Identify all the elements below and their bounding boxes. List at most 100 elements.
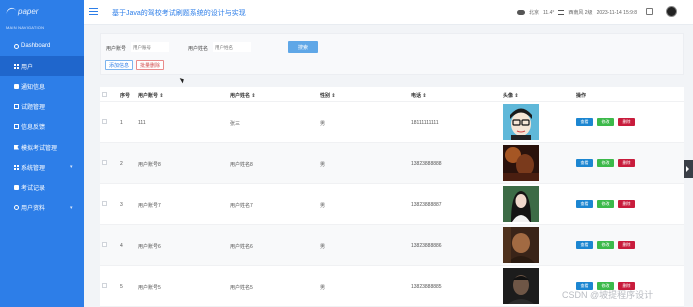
- account-input[interactable]: [131, 42, 169, 52]
- avatar[interactable]: [666, 6, 677, 17]
- top-bar: 基于Java的驾校考试刷题系统的设计与实现 北京 11.4° 西南风 2级 20…: [84, 0, 693, 25]
- col-name[interactable]: 用户姓名 ⇕: [230, 92, 256, 99]
- sidebar-item-feedback[interactable]: 信息反馈: [0, 117, 84, 137]
- sidebar-item-label: 考试记录: [21, 185, 46, 192]
- user-table: 序号 用户账号 ⇕ 用户姓名 ⇕ 性别 ⇕ 电话 ⇕ 头像 ⇕ 操作 1 111…: [100, 87, 684, 307]
- square-icon: [14, 83, 19, 89]
- cell-index: 4: [120, 243, 123, 249]
- col-phone[interactable]: 电话 ⇕: [411, 92, 427, 99]
- wind-icon: [558, 10, 565, 15]
- avatar-image: [503, 186, 539, 222]
- cell-phone: 13823888887: [411, 202, 442, 208]
- row-checkbox[interactable]: [102, 160, 107, 165]
- delete-button[interactable]: 删除: [618, 241, 635, 249]
- cell-gender: 男: [320, 162, 326, 168]
- sidebar-item-label: 信息反馈: [21, 125, 46, 132]
- doc-icon: [14, 124, 19, 130]
- datetime: 2023-11-14 15:9:8: [596, 9, 638, 16]
- cell-gender: 男: [320, 121, 326, 127]
- col-actions: 操作: [576, 93, 587, 99]
- cell-name: 用户姓名8: [230, 162, 253, 168]
- row-checkbox[interactable]: [102, 242, 107, 247]
- view-button[interactable]: 查看: [576, 241, 593, 249]
- select-all-checkbox[interactable]: [102, 92, 107, 97]
- view-button[interactable]: 查看: [576, 200, 593, 208]
- sidebar-item-users[interactable]: 用户: [0, 56, 84, 77]
- weather-status: 北京 11.4° 西南风 2级 2023-11-14 15:9:8: [517, 9, 637, 16]
- leaf-icon: [5, 6, 17, 16]
- sidebar-item-notices[interactable]: 通知信息: [0, 76, 84, 96]
- grid-icon: [14, 63, 19, 69]
- watermark: CSDN @坡提程序设计: [562, 290, 654, 300]
- main-content: 用户账号 用户姓名 搜索 添加信息 批量删除 序号 用户账号 ⇕ 用户姓名 ⇕ …: [84, 25, 693, 307]
- home-icon: [14, 43, 19, 49]
- row-checkbox[interactable]: [102, 201, 107, 206]
- cell-name: 用户姓名5: [230, 285, 253, 291]
- sidebar-item-profile[interactable]: 用户资料 ▾: [0, 198, 84, 218]
- col-gender[interactable]: 性别 ⇕: [320, 92, 336, 99]
- menu-toggle-icon[interactable]: [89, 8, 98, 15]
- cell-phone: 18111111111: [411, 120, 439, 126]
- row-checkbox[interactable]: [102, 119, 107, 124]
- edit-button[interactable]: 修改: [597, 200, 614, 208]
- col-account[interactable]: 用户账号 ⇕: [138, 92, 164, 99]
- edit-button[interactable]: 修改: [597, 159, 614, 167]
- weather-city: 北京: [529, 10, 540, 16]
- cell-phone: 13823888885: [411, 284, 442, 290]
- delete-button[interactable]: 删除: [618, 200, 635, 208]
- col-avatar[interactable]: 头像 ⇕: [503, 92, 519, 99]
- logo-text: paper: [18, 6, 39, 16]
- mouse-cursor-icon: [179, 76, 186, 84]
- sidebar-item-exam-records[interactable]: 考试记录: [0, 177, 84, 197]
- cell-index: 1: [120, 120, 123, 126]
- table-row: 4 用户账号6 用户姓名6 男 13823888886 查看 修改 删除: [100, 225, 684, 266]
- batch-delete-button[interactable]: 批量删除: [136, 60, 164, 70]
- doc-icon: [14, 104, 19, 110]
- table-header: 序号 用户账号 ⇕ 用户姓名 ⇕ 性别 ⇕ 电话 ⇕ 头像 ⇕ 操作: [100, 87, 684, 102]
- cell-phone: 13823888886: [411, 243, 442, 249]
- col-index: 序号: [120, 93, 131, 99]
- sidebar-item-system[interactable]: 系统管理 ▾: [0, 157, 84, 177]
- row-checkbox[interactable]: [102, 283, 107, 288]
- chevron-down-icon: ▾: [70, 204, 73, 211]
- circle-icon: [14, 205, 19, 211]
- view-button[interactable]: 查看: [576, 159, 593, 167]
- avatar-image: [503, 268, 539, 304]
- weather-temp: 11.4°: [543, 9, 555, 16]
- delete-button[interactable]: 删除: [618, 118, 635, 126]
- cloud-icon: [517, 10, 525, 15]
- sidebar-item-mock-exam[interactable]: 模拟考试管理: [0, 137, 84, 157]
- cell-gender: 男: [320, 244, 326, 250]
- name-input[interactable]: [213, 42, 251, 52]
- cell-account: 用户账号6: [138, 244, 161, 250]
- grid-icon: [14, 164, 19, 170]
- search-button[interactable]: 搜索: [288, 41, 318, 53]
- weather-wind: 西南风 2级: [568, 10, 593, 16]
- sidebar-item-dashboard[interactable]: Dashboard: [0, 36, 84, 56]
- cell-gender: 男: [320, 203, 326, 209]
- sidebar-item-label: 试题管理: [21, 105, 46, 112]
- page-title: 基于Java的驾校考试刷题系统的设计与实现: [112, 10, 246, 17]
- sidebar: paper MAIN NAVIGATION Dashboard 用户 通知信息 …: [0, 0, 84, 307]
- edit-button[interactable]: 修改: [597, 118, 614, 126]
- side-panel-toggle[interactable]: [684, 160, 693, 178]
- table-row: 2 用户账号8 用户姓名8 男 13823888888 查看 修改 删除: [100, 143, 684, 184]
- sidebar-item-label: 用户: [21, 64, 34, 71]
- sidebar-item-label: Dashboard: [21, 43, 51, 50]
- edit-button[interactable]: 修改: [597, 241, 614, 249]
- cell-index: 3: [120, 202, 123, 208]
- delete-button[interactable]: 删除: [618, 159, 635, 167]
- fullscreen-icon[interactable]: [646, 8, 653, 15]
- cell-account: 111: [138, 120, 146, 126]
- sidebar-item-label: 系统管理: [21, 165, 46, 172]
- cell-phone: 13823888888: [411, 161, 442, 167]
- sidebar-item-label: 通知信息: [21, 84, 46, 91]
- logo[interactable]: paper: [0, 0, 84, 22]
- sidebar-item-questions[interactable]: 试题管理: [0, 97, 84, 117]
- filter-panel: 用户账号 用户姓名 搜索 添加信息 批量删除: [100, 33, 684, 75]
- app: paper MAIN NAVIGATION Dashboard 用户 通知信息 …: [0, 0, 693, 307]
- cell-gender: 男: [320, 285, 326, 291]
- add-button[interactable]: 添加信息: [105, 60, 133, 70]
- view-button[interactable]: 查看: [576, 118, 593, 126]
- account-label: 用户账号: [106, 46, 127, 52]
